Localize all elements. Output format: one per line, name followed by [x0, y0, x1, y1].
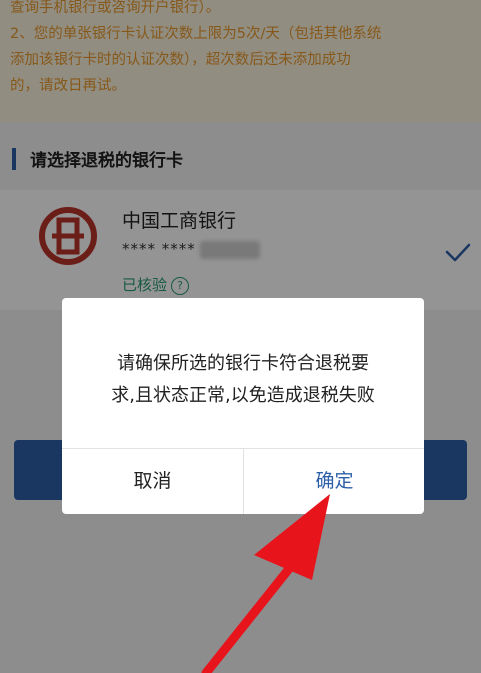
confirm-button[interactable]: 确定: [244, 449, 424, 514]
dialog-message-line-2: 求,且状态正常,以免造成退税失败: [111, 385, 375, 406]
confirm-dialog: 请确保所选的银行卡符合退税要 求,且状态正常,以免造成退税失败 取消 确定: [62, 298, 424, 514]
dialog-message-line-1: 请确保所选的银行卡符合退税要: [117, 353, 369, 374]
dialog-message: 请确保所选的银行卡符合退税要 求,且状态正常,以免造成退税失败: [62, 348, 424, 412]
cancel-button[interactable]: 取消: [62, 449, 243, 514]
